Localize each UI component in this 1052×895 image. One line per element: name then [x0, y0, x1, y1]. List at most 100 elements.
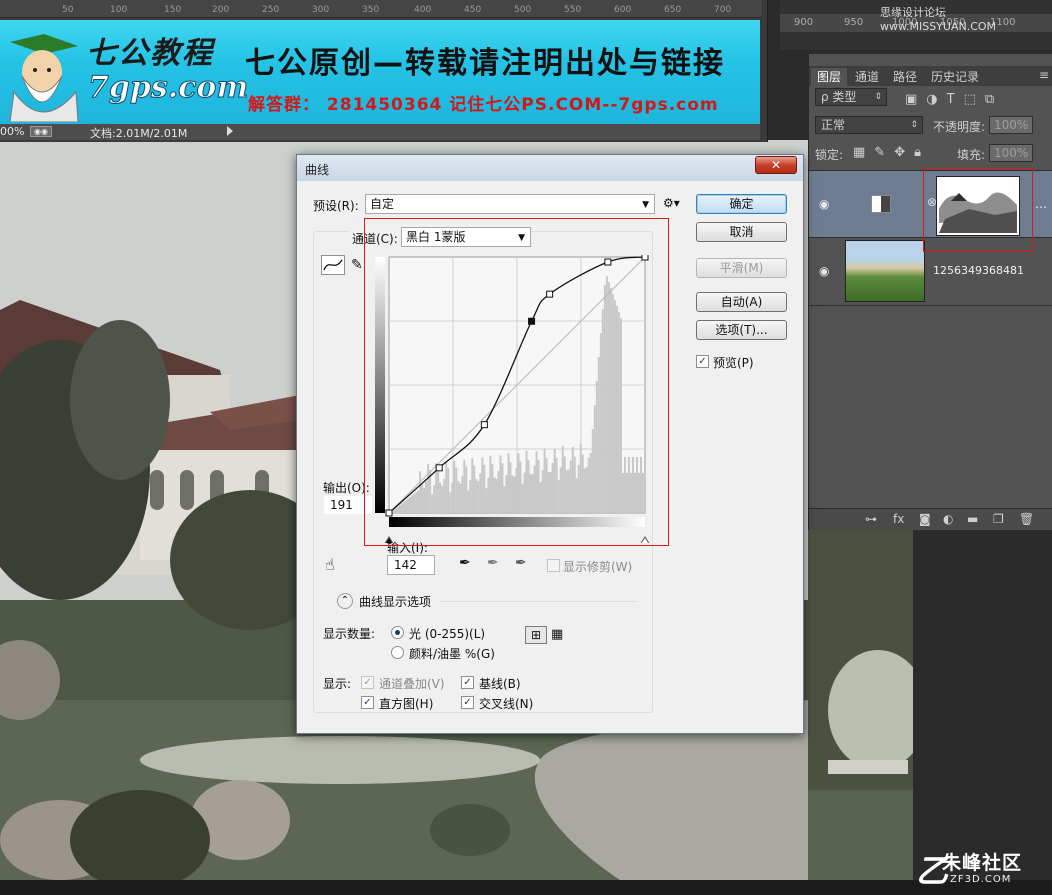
- gray-eyedropper-icon[interactable]: ✒: [487, 555, 499, 571]
- collapse-chevron-icon[interactable]: ⌃: [337, 593, 353, 609]
- on-image-adjust-hand-icon[interactable]: ☝: [325, 555, 335, 574]
- garden-photo-right: [808, 530, 913, 880]
- ruler-tick: 900: [794, 17, 814, 28]
- fill-field[interactable]: 100%: [989, 144, 1033, 162]
- pencil-tool-icon[interactable]: ✎: [351, 257, 363, 273]
- more-icon: …: [1035, 197, 1047, 211]
- curves-dialog: 曲线 ✕ 预设(R): 自定 ▼ ⚙▾ 确定 取消 平滑(M) 自动(A) 选项(…: [296, 154, 804, 734]
- light-radio[interactable]: [391, 626, 404, 639]
- preview-checkbox[interactable]: ✓: [696, 355, 709, 368]
- lock-brush-icon: ✎: [874, 145, 886, 160]
- panel-tabs: 图层 通道 路径 历史记录 ≡: [809, 66, 1052, 86]
- banner-subline: 解答群： 281450364 记住七公PS.COM--7gps.com: [248, 95, 719, 115]
- histogram-label: 直方图(H): [379, 697, 434, 711]
- dialog-body: 预设(R): 自定 ▼ ⚙▾ 确定 取消 平滑(M) 自动(A) 选项(T)...…: [303, 183, 797, 729]
- divider: [441, 601, 637, 602]
- panel-menu-icon[interactable]: ≡: [1039, 68, 1049, 82]
- white-eyedropper-icon[interactable]: ✒: [515, 555, 527, 571]
- ruler-tick: 500: [514, 5, 532, 15]
- preview-label: 预览(P): [713, 356, 754, 370]
- status-menu-arrow-icon[interactable]: [227, 126, 233, 136]
- channel-overlays-checkbox[interactable]: ✓: [361, 676, 374, 689]
- blend-mode-select[interactable]: 正常 ⇕: [815, 116, 923, 134]
- lock-icons[interactable]: ▦ ✎ ✥ 🔒︎: [853, 145, 930, 160]
- auto-button[interactable]: 自动(A): [696, 292, 787, 312]
- grid-detailed-icon[interactable]: ▦: [551, 627, 563, 642]
- ok-button[interactable]: 确定: [696, 194, 787, 214]
- logo-chinese: 七公教程: [86, 36, 214, 71]
- lock-row: 锁定: ▦ ✎ ✥ 🔒︎ 填充: 100%: [809, 144, 1052, 170]
- pigment-option-label: 颜料/油墨 %(G): [409, 647, 495, 661]
- smooth-button[interactable]: 平滑(M): [696, 258, 787, 278]
- eye-icon[interactable]: ◉: [819, 264, 833, 278]
- opacity-label: 不透明度:: [933, 120, 986, 134]
- horizontal-ruler: 50 100 150 200 250 300 350 400 450 500 5…: [0, 0, 762, 18]
- chevron-updown-icon: ⇕: [910, 120, 918, 130]
- layer-name[interactable]: 1256349368481: [933, 264, 1024, 277]
- show-amount-label: 显示数量:: [323, 627, 376, 641]
- layers-footer-toolbar: ⊶ fx ◙ ◐ ▬ ❐ 🗑︎: [809, 508, 1052, 530]
- lock-all-icon: 🔒︎: [914, 145, 922, 160]
- new-group-icon[interactable]: ▬: [967, 512, 978, 526]
- add-mask-icon[interactable]: ◙: [919, 512, 931, 526]
- lock-transparent-icon: ▦: [853, 145, 866, 160]
- ruler-tick: 250: [262, 5, 280, 15]
- brand-name: 朱峰社区: [942, 852, 1023, 874]
- ruler-tick: 300: [312, 5, 330, 15]
- tab-paths[interactable]: 路径: [887, 68, 923, 86]
- baseline-checkbox[interactable]: ✓: [461, 676, 474, 689]
- pigment-radio[interactable]: [391, 646, 404, 659]
- photo-layer-thumbnail: [845, 240, 925, 302]
- old-man-mascot-icon: [9, 34, 79, 122]
- intersection-label: 交叉线(N): [479, 697, 534, 711]
- show-clipping-label: 显示修剪(W): [563, 560, 633, 574]
- show-clipping-checkbox[interactable]: [547, 559, 560, 572]
- dialog-titlebar[interactable]: 曲线 ✕: [297, 155, 803, 181]
- preset-label: 预设(R):: [313, 199, 359, 213]
- display-options-header[interactable]: 曲线显示选项: [359, 593, 431, 610]
- output-label: 输出(O):: [323, 481, 370, 495]
- preset-options-gear-icon[interactable]: ⚙▾: [663, 196, 680, 210]
- opacity-field[interactable]: 100%: [989, 116, 1033, 134]
- ruler-tick: 950: [844, 17, 864, 28]
- footer-watermark: 乙 朱峰社区 ZF3D.COM: [916, 848, 1052, 890]
- fx-icon[interactable]: fx: [893, 512, 904, 526]
- dialog-title: 曲线: [305, 163, 330, 177]
- baseline-label: 基线(B): [479, 677, 521, 691]
- preset-select[interactable]: 自定 ▼: [365, 194, 655, 214]
- new-adjustment-icon[interactable]: ◐: [943, 512, 953, 526]
- link-layers-icon[interactable]: ⊶: [865, 512, 877, 526]
- tab-layers[interactable]: 图层: [811, 68, 848, 86]
- tab-channels[interactable]: 通道: [849, 68, 885, 86]
- highlight-frame-mask: [923, 168, 1033, 252]
- filter-kind-select[interactable]: ρ 类型 ⇕: [815, 88, 887, 106]
- intersection-checkbox[interactable]: ✓: [461, 696, 474, 709]
- image-filter-icon: ▣: [905, 92, 918, 107]
- ruler-tick: 700: [714, 5, 732, 15]
- ruler-tick: 150: [164, 5, 182, 15]
- histogram-checkbox[interactable]: ✓: [361, 696, 374, 709]
- banner-headline: 七公原创—转载请注明出处与链接: [245, 46, 725, 81]
- light-option-label: 光 (0-255)(L): [409, 627, 486, 641]
- share-icon[interactable]: ◉◉: [30, 126, 52, 137]
- zoom-level[interactable]: 00%: [0, 125, 24, 138]
- grid-simple-icon[interactable]: ⊞: [525, 626, 547, 644]
- filter-icons[interactable]: ▣ ◑ T ⬚ ⧉: [905, 92, 1003, 107]
- ruler-tick: 600: [614, 5, 632, 15]
- curve-point-tool-icon[interactable]: [321, 255, 345, 275]
- options-button[interactable]: 选项(T)...: [696, 320, 787, 340]
- adjustment-filter-icon: ◑: [926, 92, 938, 107]
- document-size: 文档:2.01M/2.01M: [90, 127, 188, 140]
- new-layer-icon[interactable]: ❐: [993, 512, 1004, 526]
- input-field[interactable]: 142: [387, 555, 435, 575]
- black-eyedropper-icon[interactable]: ✒: [459, 555, 471, 571]
- trash-icon[interactable]: 🗑︎: [1019, 512, 1034, 526]
- close-icon[interactable]: ✕: [755, 156, 797, 174]
- ruler-tick: 200: [212, 5, 230, 15]
- document-canvas-right[interactable]: [808, 530, 913, 880]
- brand-url: ZF3D.COM: [950, 874, 1012, 885]
- eye-icon[interactable]: ◉: [819, 197, 833, 211]
- cancel-button[interactable]: 取消: [696, 222, 787, 242]
- tab-history[interactable]: 历史记录: [925, 68, 985, 86]
- site-watermark: 思缘设计论坛 www.MISSYUAN.COM: [880, 6, 997, 33]
